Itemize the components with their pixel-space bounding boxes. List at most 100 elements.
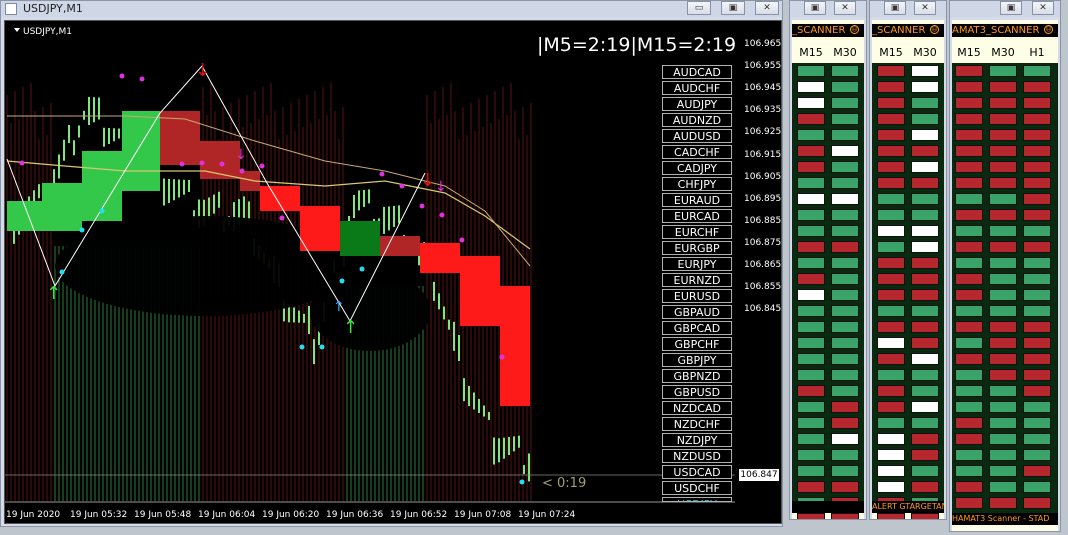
scanner-3-restore-button[interactable]: ▣ [1000, 1, 1022, 15]
pair-button-gbpjpy[interactable]: GBPJPY [662, 353, 732, 367]
pair-button-usdjpy[interactable]: USDJPY [662, 497, 732, 502]
signal-cell[interactable] [911, 81, 939, 93]
signal-cell[interactable] [831, 65, 859, 77]
pair-button-gbpcad[interactable]: GBPCAD [662, 321, 732, 335]
signal-cell[interactable] [1023, 369, 1051, 381]
signal-cell[interactable] [1023, 385, 1051, 397]
pair-button-cadchf[interactable]: CADCHF [662, 145, 732, 159]
signal-cell[interactable] [911, 273, 939, 285]
signal-cell[interactable] [1023, 209, 1051, 221]
signal-cell[interactable] [797, 465, 825, 477]
signal-cell[interactable] [797, 449, 825, 461]
signal-cell[interactable] [797, 353, 825, 365]
signal-cell[interactable] [911, 385, 939, 397]
signal-cell[interactable] [877, 97, 905, 109]
pair-button-euraud[interactable]: EURAUD [662, 193, 732, 207]
signal-cell[interactable] [955, 481, 983, 493]
signal-cell[interactable] [1023, 289, 1051, 301]
signal-cell[interactable] [955, 417, 983, 429]
signal-cell[interactable] [989, 465, 1017, 477]
signal-cell[interactable] [1023, 305, 1051, 317]
pair-button-eurchf[interactable]: EURCHF [662, 225, 732, 239]
signal-cell[interactable] [831, 337, 859, 349]
scanner-2-restore-button[interactable]: ▣ [884, 1, 906, 15]
signal-cell[interactable] [877, 177, 905, 189]
signal-cell[interactable] [797, 289, 825, 301]
signal-cell[interactable] [911, 225, 939, 237]
signal-cell[interactable] [831, 81, 859, 93]
signal-cell[interactable] [989, 289, 1017, 301]
signal-cell[interactable] [877, 321, 905, 333]
signal-cell[interactable] [831, 161, 859, 173]
signal-cell[interactable] [831, 97, 859, 109]
signal-cell[interactable] [955, 273, 983, 285]
signal-cell[interactable] [877, 481, 905, 493]
signal-cell[interactable] [989, 273, 1017, 285]
signal-cell[interactable] [877, 369, 905, 381]
signal-cell[interactable] [1023, 129, 1051, 141]
signal-cell[interactable] [877, 337, 905, 349]
pair-button-gbpchf[interactable]: GBPCHF [662, 337, 732, 351]
signal-cell[interactable] [877, 145, 905, 157]
signal-cell[interactable] [911, 321, 939, 333]
signal-cell[interactable] [989, 401, 1017, 413]
signal-cell[interactable] [955, 353, 983, 365]
signal-cell[interactable] [1023, 225, 1051, 237]
signal-cell[interactable] [877, 401, 905, 413]
signal-cell[interactable] [955, 161, 983, 173]
pair-button-nzdchf[interactable]: NZDCHF [662, 417, 732, 431]
signal-cell[interactable] [1023, 97, 1051, 109]
signal-cell[interactable] [911, 465, 939, 477]
signal-cell[interactable] [797, 97, 825, 109]
signal-cell[interactable] [1023, 65, 1051, 77]
signal-cell[interactable] [911, 353, 939, 365]
signal-cell[interactable] [989, 97, 1017, 109]
signal-cell[interactable] [989, 321, 1017, 333]
signal-cell[interactable] [955, 129, 983, 141]
title-bar[interactable]: USDJPY,M1 ▭ ▣ ✕ [1, 1, 782, 17]
signal-cell[interactable] [1023, 497, 1051, 509]
signal-cell[interactable] [1023, 81, 1051, 93]
pair-button-nzdusd[interactable]: NZDUSD [662, 449, 732, 463]
signal-cell[interactable] [1023, 337, 1051, 349]
signal-cell[interactable] [877, 289, 905, 301]
signal-cell[interactable] [797, 257, 825, 269]
signal-cell[interactable] [1023, 161, 1051, 173]
scanner-1-restore-button[interactable]: ▣ [804, 1, 826, 15]
signal-cell[interactable] [955, 289, 983, 301]
signal-cell[interactable] [831, 465, 859, 477]
signal-cell[interactable] [911, 481, 939, 493]
pair-button-eurusd[interactable]: EURUSD [662, 289, 732, 303]
signal-cell[interactable] [877, 193, 905, 205]
signal-cell[interactable] [989, 353, 1017, 365]
pair-button-eurgbp[interactable]: EURGBP [662, 241, 732, 255]
signal-cell[interactable] [989, 481, 1017, 493]
signal-cell[interactable] [911, 289, 939, 301]
signal-cell[interactable] [877, 305, 905, 317]
signal-cell[interactable] [797, 193, 825, 205]
signal-cell[interactable] [877, 65, 905, 77]
signal-cell[interactable] [989, 161, 1017, 173]
signal-cell[interactable] [989, 369, 1017, 381]
signal-cell[interactable] [877, 385, 905, 397]
signal-cell[interactable] [989, 193, 1017, 205]
scanner-2-close-button[interactable]: ✕ [914, 1, 936, 15]
signal-cell[interactable] [831, 401, 859, 413]
signal-cell[interactable] [911, 257, 939, 269]
pair-button-audjpy[interactable]: AUDJPY [662, 97, 732, 111]
signal-cell[interactable] [989, 209, 1017, 221]
signal-cell[interactable] [877, 433, 905, 445]
pair-button-audcad[interactable]: AUDCAD [662, 65, 732, 79]
signal-cell[interactable] [989, 129, 1017, 141]
signal-cell[interactable] [911, 433, 939, 445]
signal-cell[interactable] [831, 113, 859, 125]
signal-cell[interactable] [955, 193, 983, 205]
signal-cell[interactable] [1023, 481, 1051, 493]
signal-cell[interactable] [955, 497, 983, 509]
pair-button-usdcad[interactable]: USDCAD [662, 465, 732, 479]
signal-cell[interactable] [877, 81, 905, 93]
signal-cell[interactable] [877, 161, 905, 173]
signal-cell[interactable] [989, 177, 1017, 189]
signal-cell[interactable] [1023, 465, 1051, 477]
maximize-button[interactable]: ▣ [721, 1, 745, 15]
